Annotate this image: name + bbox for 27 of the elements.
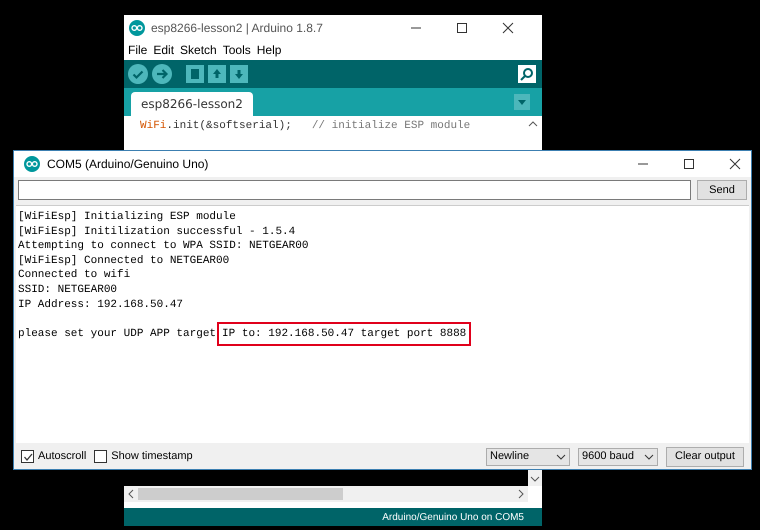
menu-item[interactable]: Sketch [180,41,217,59]
output-line: [WiFiEsp] Initializing ESP module [18,210,236,225]
menu-item[interactable]: Edit [153,41,174,59]
output-line: Connected to wifi [18,268,130,283]
code-comment: // initialize ESP module [312,119,470,134]
output-line: please set your UDP APP target [18,326,216,342]
window-title: COM5 (Arduino/Genuino Uno) [47,156,210,173]
output-line: [WiFiEsp] Connected to NETGEAR00 [18,254,230,268]
dropdown[interactable]: Newline [486,448,570,466]
output-line: IP Address: 192.168.50.47 [18,298,184,312]
code-keyword: WiFi [140,119,166,134]
output-line: Attempting to connect to WPA SSID: NETGEAR00 [18,239,308,254]
checkbox-label: Show timestamp [111,449,193,464]
menu-item[interactable]: Tools [222,41,251,59]
status-text: Arduino/Genuino Uno on COM5 [382,510,524,524]
tab[interactable]: esp8266-lesson2 [131,92,253,116]
code-text: .init(&softserial); [166,119,292,134]
checkbox-label: Autoscroll [38,449,86,464]
menu-item[interactable]: Help [256,41,282,59]
window-title: esp8266-lesson2 | Arduino 1.8.7 [151,20,324,36]
highlighted-text: IP to: 192.168.50.47 target port 8888 [217,322,472,346]
send-button[interactable]: Send [697,180,747,200]
menu-item[interactable]: File [128,41,148,59]
output-line: [WiFiEsp] Initilization successful - 1.5.4 [18,224,296,240]
clear-output-button[interactable]: Clear output [666,446,744,466]
dropdown[interactable]: 9600 baud [578,448,658,466]
output-line: SSID: NETGEAR00 [18,282,118,298]
